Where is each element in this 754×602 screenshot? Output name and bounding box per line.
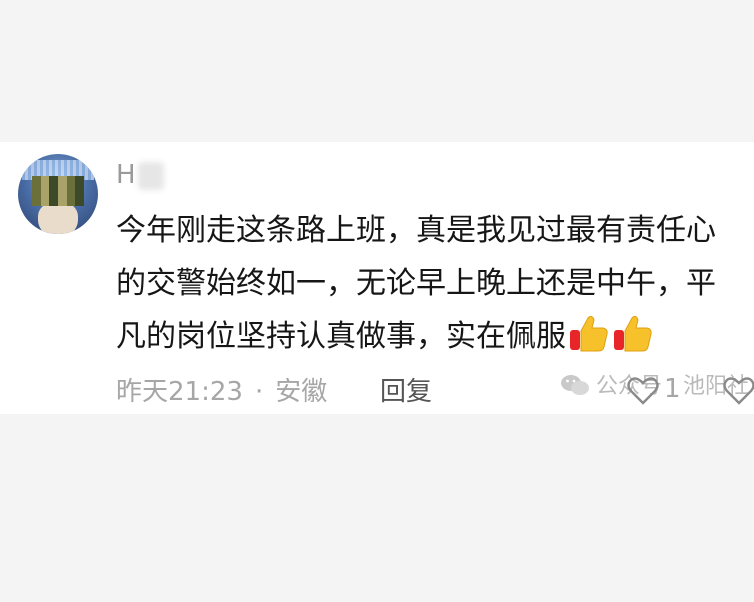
thumbs-up-icon bbox=[614, 315, 652, 352]
comment-line-last: 凡的岗位坚持认真做事，实在佩服 bbox=[116, 310, 754, 363]
avatar[interactable] bbox=[18, 154, 98, 234]
like-count: 1 bbox=[664, 374, 681, 404]
username-blur bbox=[138, 162, 164, 190]
comment-line: 今年刚走这条路上班，真是我见过最有责任心 bbox=[116, 213, 716, 248]
wechat-icon bbox=[561, 375, 589, 395]
comment-line: 凡的岗位坚持认真做事，实在佩服 bbox=[116, 319, 566, 354]
comment-time: 昨天21:23 bbox=[116, 377, 243, 407]
comment-meta: 昨天21:23 · 安徽 bbox=[116, 371, 327, 408]
username[interactable]: H bbox=[116, 160, 137, 190]
dislike-icon[interactable] bbox=[722, 376, 754, 406]
top-background bbox=[0, 0, 754, 142]
avatar-mosaic bbox=[32, 176, 84, 206]
comment-line: 的交警始终如一，无论早上晚上还是中午，平 bbox=[116, 266, 716, 301]
thumbs-up-icon bbox=[570, 315, 608, 352]
bottom-background bbox=[0, 414, 754, 602]
meta-separator: · bbox=[254, 377, 264, 407]
comment-text: 今年刚走这条路上班，真是我见过最有责任心 的交警始终如一，无论早上晚上还是中午，… bbox=[116, 204, 754, 363]
comment-card: H 今年刚走这条路上班，真是我见过最有责任心 的交警始终如一，无论早上晚上还是中… bbox=[0, 142, 754, 414]
avatar-face bbox=[38, 202, 78, 234]
comment-location: 安徽 bbox=[275, 377, 328, 407]
reply-button[interactable]: 回复 bbox=[380, 371, 432, 408]
heart-icon[interactable] bbox=[626, 376, 660, 406]
